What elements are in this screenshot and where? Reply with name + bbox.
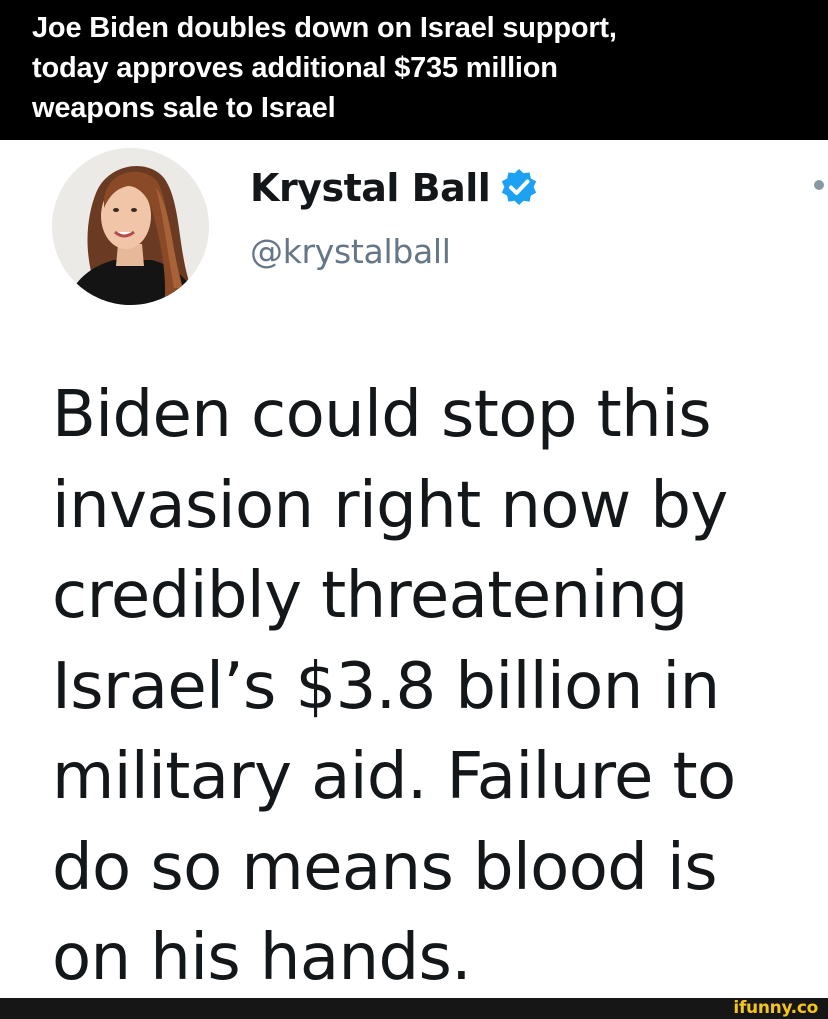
avatar[interactable] bbox=[52, 148, 209, 305]
profile-photo-icon bbox=[52, 148, 209, 305]
tweet-text-line: on his hands. bbox=[52, 921, 472, 995]
author-name[interactable]: Krystal Ball bbox=[250, 166, 491, 210]
author-name-row[interactable]: Krystal Ball bbox=[250, 164, 540, 212]
tweet-text-line: Israel’s $3.8 billion in bbox=[52, 649, 720, 724]
tweet-text-line: military aid. Failure to bbox=[52, 740, 736, 814]
meme-page: Joe Biden doubles down on Israel support… bbox=[0, 0, 828, 1019]
tweet-text-line: credibly threatening bbox=[52, 559, 688, 633]
tweet-text-line: do so means blood is bbox=[52, 830, 718, 905]
tweet-text: Biden could stop this invasion right now… bbox=[52, 370, 812, 1004]
ifunny-watermark: ifunny.co bbox=[733, 998, 818, 1018]
caption-line: Joe Biden doubles down on Israel support… bbox=[32, 12, 617, 44]
footer-bar: ifunny.co bbox=[0, 998, 828, 1019]
author-handle[interactable]: @krystalball bbox=[250, 232, 451, 271]
verified-badge-icon bbox=[498, 167, 540, 209]
tweet-text-line: Biden could stop this bbox=[52, 378, 712, 452]
caption-line: weapons sale to Israel bbox=[32, 92, 336, 124]
caption-bar: Joe Biden doubles down on Israel support… bbox=[0, 0, 828, 140]
tweet-card: Krystal Ball @krystalball Biden could st… bbox=[0, 140, 828, 998]
caption-line: today approves additional $735 million bbox=[32, 52, 558, 84]
tweet-text-line: invasion right now by bbox=[52, 468, 728, 543]
more-options-icon[interactable] bbox=[814, 180, 824, 190]
